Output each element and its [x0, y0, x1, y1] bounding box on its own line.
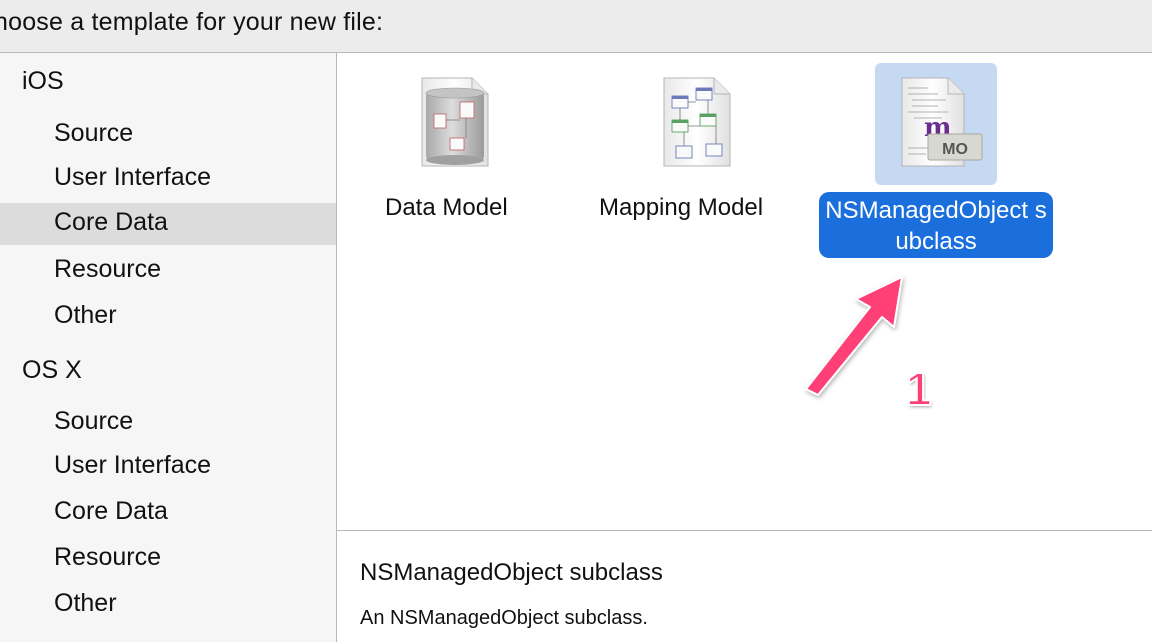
sidebar-item-label: Core Data [54, 208, 168, 236]
sidebar-item-osx-core-data[interactable]: Core Data [0, 492, 336, 534]
sidebar-item-label: Resource [54, 543, 161, 571]
template-label: Mapping Model [599, 194, 764, 221]
annotation-number: 1 [905, 362, 933, 416]
annotation-arrow-icon [805, 276, 903, 396]
detail-title: NSManagedObject subclass [360, 559, 663, 586]
sidebar-item-osx-source[interactable]: Source [0, 402, 336, 444]
dialog-header: hoose a template for your new file: [0, 0, 1152, 53]
sidebar-item-label: User Interface [54, 163, 212, 191]
data-model-icon [421, 77, 489, 167]
sidebar-item-label: Source [54, 119, 134, 147]
template-detail-pane: NSManagedObject subclass An NSManagedObj… [337, 530, 1152, 643]
managed-object-badge: MO [942, 141, 968, 158]
sidebar-group-osx: OS X [22, 356, 82, 384]
sidebar-item-ios-source[interactable]: Source [0, 114, 336, 156]
sidebar-item-label: Core Data [54, 497, 168, 525]
header-title: hoose a template for your new file: [0, 8, 384, 36]
sidebar-item-label: User Interface [54, 451, 212, 479]
sidebar-item-ios-user-interface[interactable]: User Interface [0, 158, 336, 200]
sidebar-item-ios-other[interactable]: Other [0, 296, 336, 338]
sidebar-group-ios: iOS [22, 67, 64, 95]
sidebar-item-label: Source [54, 407, 134, 435]
sidebar-item-osx-user-interface[interactable]: User Interface [0, 446, 336, 488]
sidebar-item-osx-resource[interactable]: Resource [0, 538, 336, 580]
managed-object-icon: m MO [901, 77, 983, 167]
mapping-model-icon [663, 77, 731, 167]
sidebar-item-ios-core-data[interactable]: Core Data [0, 203, 336, 245]
template-label-selected: NSManagedObject subclass [819, 192, 1053, 258]
detail-description: An NSManagedObject subclass. [360, 607, 648, 629]
sidebar-item-label: Other [54, 301, 117, 329]
sidebar-item-osx-other[interactable]: Other [0, 584, 336, 626]
template-label: Data Model [385, 194, 508, 221]
sidebar-item-ios-resource[interactable]: Resource [0, 250, 336, 292]
sidebar-item-label: Resource [54, 255, 161, 283]
template-sidebar: iOS Source User Interface Core Data Reso… [0, 53, 337, 642]
sidebar-item-label: Other [54, 589, 117, 617]
